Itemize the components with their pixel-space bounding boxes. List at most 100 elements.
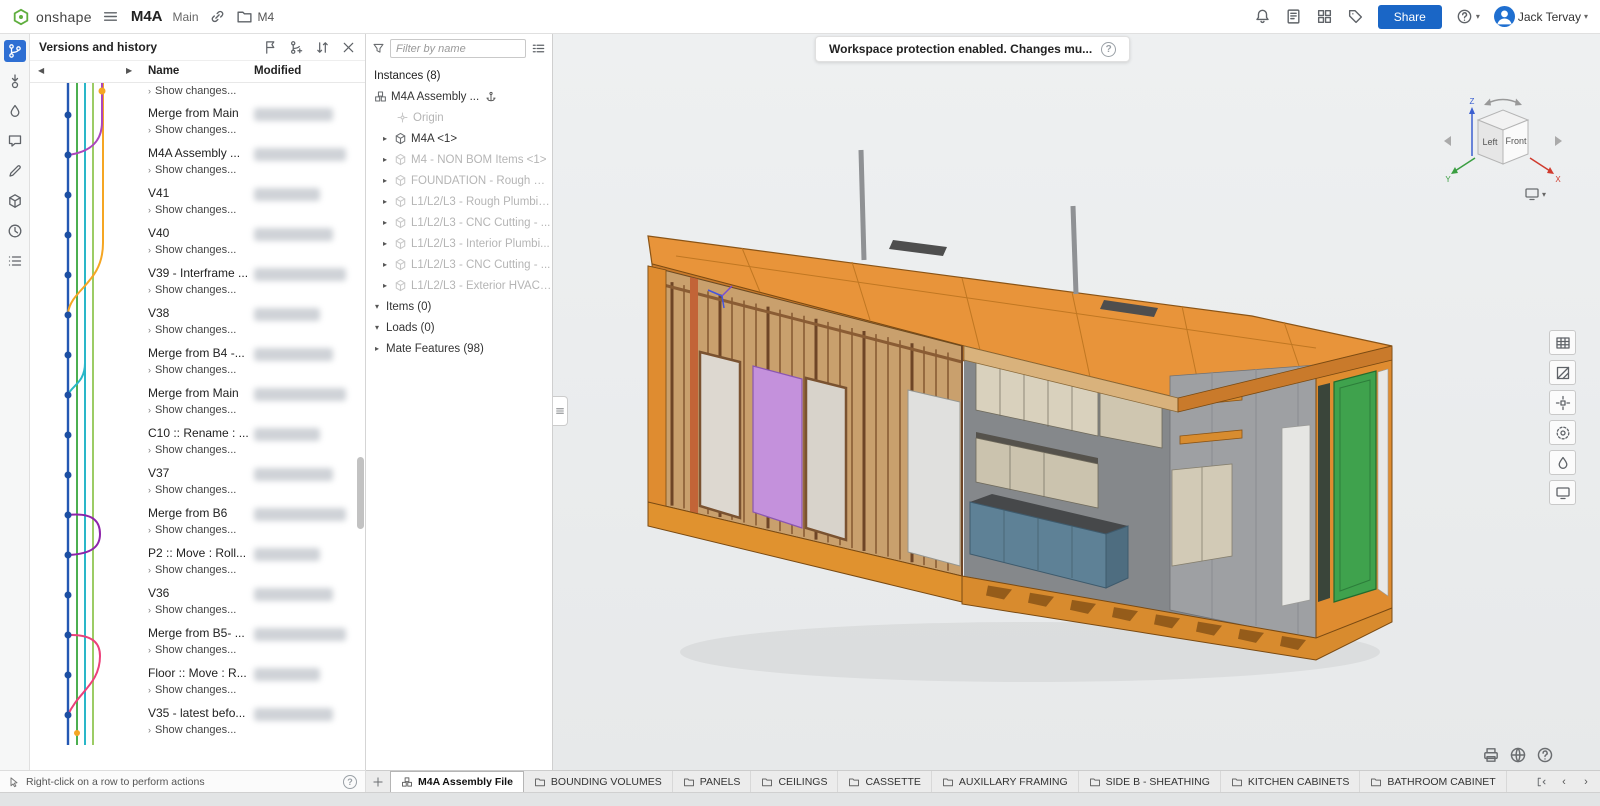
- show-changes-link[interactable]: ›Show changes...: [148, 202, 355, 219]
- instance-l1-l2-l3-exterior-hvac[interactable]: ▸L1/L2/L3 - Exterior HVAC ...: [366, 275, 552, 296]
- section-loads-0[interactable]: ▾Loads (0): [366, 317, 552, 338]
- parts-list-icon[interactable]: [4, 190, 26, 212]
- notifications-icon[interactable]: [1254, 8, 1271, 25]
- instance-m4-non-bom-items-1[interactable]: ▸M4 - NON BOM Items <1>: [366, 149, 552, 170]
- roof-vent[interactable]: [889, 240, 947, 256]
- assembly-root-item[interactable]: M4A Assembly ...: [366, 86, 552, 107]
- show-changes-link[interactable]: ›Show changes...: [148, 242, 355, 259]
- list-view-icon[interactable]: [531, 41, 546, 56]
- tab-bathroom-cabinet[interactable]: BATHROOM CABINET: [1360, 771, 1506, 792]
- add-tab-button[interactable]: [366, 771, 390, 792]
- tab-scroll-left[interactable]: ‹: [1554, 773, 1574, 791]
- help-viewport-icon[interactable]: [1536, 746, 1554, 764]
- show-changes-link[interactable]: ›Show changes...: [148, 682, 355, 699]
- expand-icon[interactable]: ▸: [380, 239, 390, 248]
- close-panel-icon[interactable]: [341, 40, 356, 55]
- create-version-icon[interactable]: [263, 40, 278, 55]
- folder-breadcrumb[interactable]: M4: [236, 8, 275, 25]
- link-icon[interactable]: [209, 8, 226, 25]
- versions-history-panel-icon[interactable]: [4, 40, 26, 62]
- version-name[interactable]: V38: [148, 305, 355, 322]
- tab-bounding-volumes[interactable]: BOUNDING VOLUMES: [524, 771, 673, 792]
- tab-m4a-assembly-file[interactable]: M4A Assembly File: [390, 771, 524, 792]
- model-end-wall[interactable]: [1316, 348, 1392, 640]
- white-wall-panel[interactable]: [1282, 425, 1310, 606]
- show-changes-link[interactable]: ›Show changes...: [148, 722, 355, 739]
- show-changes-link[interactable]: ›Show changes...: [148, 602, 355, 619]
- door-opening[interactable]: [806, 378, 846, 540]
- banner-help-icon[interactable]: ?: [1101, 42, 1116, 57]
- viewport[interactable]: Workspace protection enabled. Changes mu…: [553, 34, 1600, 770]
- expand-icon[interactable]: ▸: [380, 218, 390, 227]
- roof-rod[interactable]: [861, 150, 864, 260]
- user-menu[interactable]: Jack Tervay ▾: [1494, 6, 1588, 27]
- tab-panels[interactable]: PANELS: [673, 771, 752, 792]
- comments-icon[interactable]: [4, 130, 26, 152]
- onshape-logo[interactable]: onshape: [12, 8, 92, 26]
- bom-icon[interactable]: [4, 250, 26, 272]
- section-view-icon[interactable]: [1549, 360, 1576, 385]
- expand-icon[interactable]: ▾: [372, 323, 382, 332]
- show-changes-link[interactable]: ›Show changes...: [148, 562, 355, 579]
- labels-icon[interactable]: [1347, 8, 1364, 25]
- instance-l1-l2-l3-cnc-cutting[interactable]: ▸L1/L2/L3 - CNC Cutting - ...: [366, 212, 552, 233]
- release-notes-icon[interactable]: [1285, 8, 1302, 25]
- view-cube[interactable]: Left Front Z Y X: [1442, 94, 1564, 198]
- instance-l1-l2-l3-cnc-cutting[interactable]: ▸L1/L2/L3 - CNC Cutting - ...: [366, 254, 552, 275]
- tab-manager-button[interactable]: [1532, 773, 1552, 791]
- expand-icon[interactable]: ▸: [380, 197, 390, 206]
- named-positions-icon[interactable]: [1549, 420, 1576, 445]
- appearance-panel-icon[interactable]: [1549, 450, 1576, 475]
- version-entry[interactable]: Floor :: Move : R...›Show changes...: [148, 665, 355, 705]
- tab-auxillary-framing[interactable]: AUXILLARY FRAMING: [932, 771, 1079, 792]
- graph-collapse-icon[interactable]: ◀: [36, 64, 46, 77]
- show-changes-link[interactable]: ›Show changes...: [148, 402, 355, 419]
- compare-icon[interactable]: [315, 40, 330, 55]
- history-icon[interactable]: [4, 220, 26, 242]
- instance-foundation-rough-plu[interactable]: ▸FOUNDATION - Rough Plu...: [366, 170, 552, 191]
- version-name[interactable]: C10 :: Rename : ...: [148, 425, 355, 442]
- filter-input[interactable]: [390, 39, 526, 58]
- mate-connectors-icon[interactable]: [4, 70, 26, 92]
- door-opening[interactable]: [700, 352, 740, 518]
- print-icon[interactable]: [1482, 746, 1500, 764]
- instance-l1-l2-l3-interior-plumbi[interactable]: ▸L1/L2/L3 - Interior Plumbi...: [366, 233, 552, 254]
- create-branch-icon[interactable]: [289, 40, 304, 55]
- show-changes-link[interactable]: ›Show changes...: [148, 482, 355, 499]
- instance-m4a-1[interactable]: ▸M4A <1>: [366, 128, 552, 149]
- graph-expand-icon[interactable]: ▶: [124, 64, 134, 77]
- version-entry[interactable]: V38›Show changes...: [148, 305, 355, 345]
- branch-name[interactable]: Main: [173, 10, 199, 24]
- main-menu-icon[interactable]: [102, 8, 119, 25]
- purple-panel[interactable]: [753, 366, 802, 528]
- rotate-right-arrow[interactable]: [1555, 136, 1562, 146]
- language-icon[interactable]: [1509, 746, 1527, 764]
- show-changes-link[interactable]: ›Show changes...: [148, 322, 355, 339]
- version-name[interactable]: P2 :: Move : Roll...: [148, 545, 355, 562]
- version-entry[interactable]: P2 :: Move : Roll...›Show changes...: [148, 545, 355, 585]
- show-changes-link[interactable]: ›Show changes...: [148, 642, 355, 659]
- show-changes-link[interactable]: ›Show changes...: [148, 162, 355, 179]
- show-changes-link[interactable]: ›Show changes...: [148, 522, 355, 539]
- view-options-button[interactable]: ▾: [1522, 184, 1548, 204]
- show-changes-link[interactable]: ›Show changes...: [148, 442, 355, 459]
- show-changes-link[interactable]: ›Show changes...: [148, 362, 355, 379]
- rotate-left-arrow[interactable]: [1444, 136, 1451, 146]
- exploded-view-icon[interactable]: [1549, 390, 1576, 415]
- viewcube-left-label[interactable]: Left: [1482, 137, 1498, 147]
- document-title[interactable]: M4A: [131, 8, 163, 25]
- roof-rod[interactable]: [1073, 206, 1076, 294]
- bom-table-icon[interactable]: [1549, 330, 1576, 355]
- show-changes-link[interactable]: ›Show changes...: [148, 122, 355, 139]
- interior-door[interactable]: [908, 390, 960, 566]
- column-name[interactable]: Name: [148, 65, 179, 77]
- tab-cassette[interactable]: CASSETTE: [838, 771, 931, 792]
- expand-icon[interactable]: ▸: [372, 344, 382, 353]
- tab-side-b-sheathing[interactable]: SIDE B - SHEATHING: [1079, 771, 1221, 792]
- instances-header[interactable]: Instances (8): [366, 65, 552, 86]
- status-help-icon[interactable]: ?: [343, 775, 357, 789]
- section-mate-features-98[interactable]: ▸Mate Features (98): [366, 338, 552, 359]
- panel-resize-handle[interactable]: [553, 396, 568, 426]
- column-modified[interactable]: Modified: [254, 65, 301, 77]
- appearance-icon[interactable]: [4, 100, 26, 122]
